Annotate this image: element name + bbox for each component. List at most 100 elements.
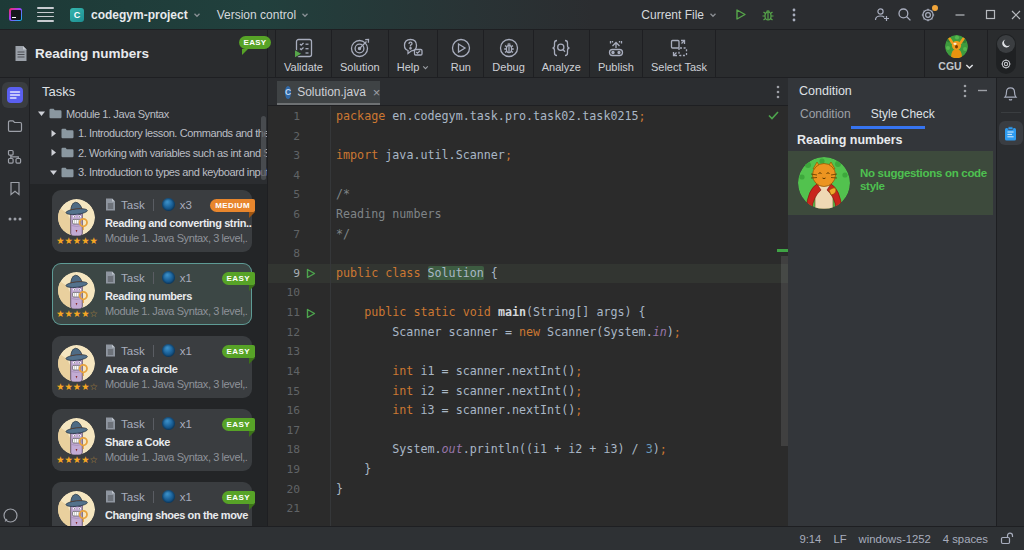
code-line[interactable]: 8 bbox=[268, 244, 788, 264]
editor-scrollbar[interactable] bbox=[781, 256, 788, 446]
analyze-button[interactable]: Analyze bbox=[534, 30, 590, 77]
window-minimize-button[interactable] bbox=[954, 9, 966, 21]
code-editor[interactable]: 1package en.codegym.task.pro.task02.task… bbox=[268, 106, 788, 526]
user-account-button[interactable]: CGU bbox=[924, 30, 988, 77]
task-card[interactable]: ★★★★★ Task x3 Reading and converting str… bbox=[52, 190, 252, 252]
tab-close-icon[interactable]: × bbox=[373, 86, 381, 99]
window-close-button[interactable] bbox=[1010, 9, 1022, 21]
vcs-menu[interactable]: Version control bbox=[217, 8, 296, 22]
validate-button[interactable]: Validate bbox=[276, 30, 332, 77]
editor-tab-solution-java[interactable]: C Solution.java × bbox=[277, 81, 380, 105]
search-everywhere-icon[interactable] bbox=[897, 7, 912, 22]
line-number: 19 bbox=[268, 460, 300, 480]
tree-item[interactable]: Module 1. Java Syntax bbox=[30, 104, 267, 124]
task-star-rating: ★★★★☆ bbox=[55, 308, 99, 319]
publish-button[interactable]: Publish bbox=[590, 30, 643, 77]
code-line[interactable]: 20} bbox=[268, 480, 788, 500]
debug-button[interactable]: Debug bbox=[484, 30, 533, 77]
run-configuration-selector[interactable]: Current File bbox=[641, 8, 717, 22]
task-card[interactable]: ★★★★☆ Task x1 Share a Coke Module 1. Jav… bbox=[52, 409, 252, 471]
chevron-down-icon bbox=[422, 64, 429, 71]
code-line[interactable]: 10 bbox=[268, 283, 788, 303]
expanded-arrow-icon[interactable] bbox=[37, 109, 46, 118]
tree-item[interactable]: 3. Introduction to types and keyboard in… bbox=[30, 163, 267, 183]
code-line[interactable]: 2 bbox=[268, 127, 788, 147]
settings-gear-icon[interactable] bbox=[920, 7, 936, 23]
code-line[interactable]: 9public class Solution { bbox=[268, 264, 788, 284]
task-type-icon bbox=[105, 417, 116, 430]
task-card[interactable]: ★★★★☆ Task x1 Changing shoes on the move… bbox=[52, 482, 252, 526]
code-line[interactable]: 1package en.codegym.task.pro.task02.task… bbox=[268, 107, 788, 127]
status-item[interactable]: LF bbox=[833, 533, 846, 545]
code-line[interactable]: 6Reading numbers bbox=[268, 205, 788, 225]
code-line[interactable]: 3import java.util.Scanner; bbox=[268, 146, 788, 166]
inspections-ok-icon[interactable] bbox=[768, 111, 779, 120]
condition-tab-condition[interactable]: Condition bbox=[800, 103, 851, 121]
select-task-icon bbox=[668, 35, 690, 61]
status-item[interactable]: 9:14 bbox=[799, 533, 821, 545]
code-line[interactable]: 17 bbox=[268, 421, 788, 441]
run-button[interactable] bbox=[734, 8, 747, 21]
condition-tab-style-check[interactable]: Style Check bbox=[871, 103, 935, 121]
tool-window-bookmarks-button[interactable] bbox=[2, 175, 28, 201]
tool-window-problems-button[interactable] bbox=[2, 507, 19, 524]
line-number: 8 bbox=[268, 244, 300, 264]
task-card[interactable]: ★★★★☆ Task x1 Reading numbers Module 1. … bbox=[52, 263, 252, 325]
editor-options-kebab-icon[interactable] bbox=[776, 85, 780, 99]
task-type-icon bbox=[105, 344, 116, 357]
project-name[interactable]: codegym-project bbox=[91, 8, 188, 22]
gutter bbox=[300, 146, 336, 166]
tree-item[interactable]: 1. Introductory lesson. Commands and the… bbox=[30, 124, 267, 144]
clipboard-icon bbox=[1004, 126, 1017, 141]
tool-window-structure-button[interactable] bbox=[2, 144, 28, 170]
user-avatar bbox=[945, 35, 968, 58]
tasks-scrollbar[interactable] bbox=[261, 116, 266, 180]
dark-theme-button[interactable] bbox=[997, 35, 1015, 53]
debug-button[interactable] bbox=[761, 8, 775, 22]
status-item[interactable]: 4 spaces bbox=[943, 533, 988, 545]
run-gutter-icon[interactable] bbox=[306, 308, 316, 319]
run-button[interactable]: Run bbox=[438, 30, 484, 77]
select-task-button[interactable]: Select Task bbox=[643, 30, 716, 77]
code-line[interactable]: 12 Scanner scanner = new Scanner(System.… bbox=[268, 323, 788, 343]
solution-button[interactable]: Solution bbox=[332, 30, 389, 77]
collapsed-arrow-icon[interactable] bbox=[49, 148, 58, 157]
more-actions-kebab-icon[interactable] bbox=[792, 8, 796, 22]
line-number: 16 bbox=[268, 401, 300, 421]
panel-options-kebab-icon[interactable] bbox=[963, 84, 967, 98]
tool-window-tasks-button[interactable] bbox=[2, 82, 28, 108]
folder-icon bbox=[61, 167, 74, 178]
code-line[interactable]: 4 bbox=[268, 166, 788, 186]
intellij-logo-icon bbox=[9, 8, 22, 21]
window-maximize-button[interactable] bbox=[985, 9, 996, 20]
notifications-button[interactable] bbox=[1003, 86, 1018, 102]
run-gutter-icon[interactable] bbox=[306, 268, 316, 279]
code-line[interactable]: 15 int i2 = scanner.nextInt(); bbox=[268, 382, 788, 402]
theme-settings-button[interactable] bbox=[997, 55, 1015, 73]
line-number: 5 bbox=[268, 185, 300, 205]
tool-window-project-button[interactable] bbox=[2, 113, 28, 139]
code-line[interactable]: 13 bbox=[268, 342, 788, 362]
code-with-me-icon[interactable] bbox=[874, 7, 890, 22]
help-button[interactable]: Help bbox=[389, 30, 439, 77]
code-line[interactable]: 7*/ bbox=[268, 225, 788, 245]
code-line[interactable]: 16 int i3 = scanner.nextInt(); bbox=[268, 401, 788, 421]
code-line[interactable]: 5/* bbox=[268, 185, 788, 205]
file-lock-icon[interactable] bbox=[1000, 532, 1014, 545]
tree-item[interactable]: 2. Working with variables such as int an… bbox=[30, 143, 267, 163]
status-item[interactable]: windows-1252 bbox=[859, 533, 931, 545]
task-type-label: Task bbox=[121, 199, 145, 211]
code-line[interactable]: 19 } bbox=[268, 460, 788, 480]
task-card[interactable]: ★★★★☆ Task x1 Area of a circle Module 1.… bbox=[52, 336, 252, 398]
collapsed-arrow-icon[interactable] bbox=[49, 129, 58, 138]
panel-hide-icon[interactable] bbox=[977, 85, 988, 96]
code-line[interactable]: 14 int i1 = scanner.nextInt(); bbox=[268, 362, 788, 382]
condition-tool-window-button[interactable] bbox=[999, 121, 1023, 145]
code-line[interactable]: 18 System.out.println((i1 + i2 + i3) / 3… bbox=[268, 440, 788, 460]
code-line[interactable]: 11 public static void main(String[] args… bbox=[268, 303, 788, 323]
code-line[interactable]: 21 bbox=[268, 499, 788, 519]
more-tool-windows-button[interactable] bbox=[2, 206, 28, 232]
line-number: 20 bbox=[268, 480, 300, 500]
main-menu-button[interactable] bbox=[37, 7, 54, 21]
expanded-arrow-icon[interactable] bbox=[49, 168, 58, 177]
